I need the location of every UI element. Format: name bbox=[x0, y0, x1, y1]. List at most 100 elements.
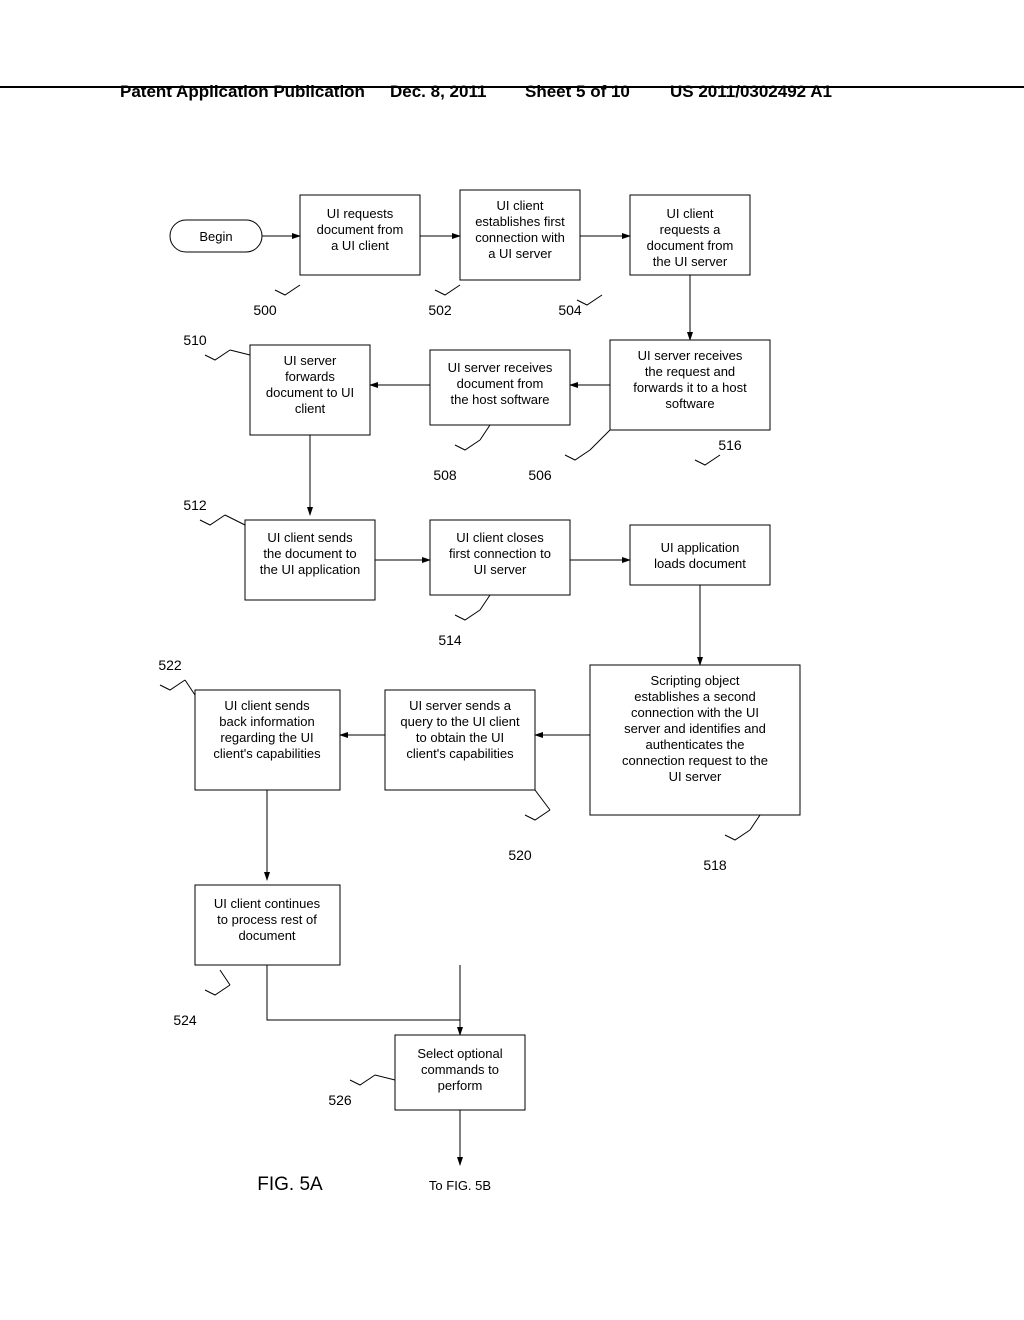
figure-label: FIG. 5A bbox=[257, 1174, 323, 1195]
tick-510-lead bbox=[205, 350, 230, 360]
continuation-label: To FIG. 5B bbox=[429, 1178, 491, 1193]
box-514-line3: UI server bbox=[474, 562, 527, 577]
box-508-line2: document from bbox=[457, 376, 544, 391]
label-526: 526 bbox=[328, 1092, 352, 1108]
box-524-line3: document bbox=[238, 928, 295, 943]
begin-text: Begin bbox=[199, 229, 232, 244]
box-506-line1: UI server receives bbox=[638, 348, 743, 363]
box-518-line6: connection request to the bbox=[622, 753, 768, 768]
box-518-line2: establishes a second bbox=[634, 689, 755, 704]
tick-512-lead bbox=[200, 515, 225, 525]
box-518-line3: connection with the UI bbox=[631, 705, 759, 720]
box-504-line3: document from bbox=[647, 238, 734, 253]
arrow-524-526-seg bbox=[267, 965, 460, 1020]
box-520-line4: client's capabilities bbox=[406, 746, 514, 761]
box-516 bbox=[630, 525, 770, 585]
tick-526c bbox=[375, 1075, 395, 1080]
box-510-line1: UI server bbox=[284, 353, 337, 368]
tick-514 bbox=[455, 610, 480, 620]
tick-510-connect bbox=[230, 350, 250, 355]
box-506-line2: the request and bbox=[645, 364, 735, 379]
label-504: 504 bbox=[558, 302, 582, 318]
label-518: 518 bbox=[703, 857, 727, 873]
box-516-line1: UI application bbox=[661, 540, 740, 555]
box-500-line1: UI requests bbox=[327, 206, 394, 221]
box-520-line1: UI server sends a bbox=[409, 698, 512, 713]
box-518-line4: server and identifies and bbox=[624, 721, 766, 736]
page: Patent Application Publication Dec. 8, 2… bbox=[0, 0, 1024, 1320]
tick-522-lead bbox=[160, 680, 185, 690]
box-500-line3: a UI client bbox=[331, 238, 389, 253]
header-sheet: Sheet 5 of 10 bbox=[525, 82, 630, 102]
box-522-line2: back information bbox=[219, 714, 314, 729]
box-502-line4: a UI server bbox=[488, 246, 552, 261]
header-number: US 2011/0302492 A1 bbox=[670, 82, 832, 102]
tick-514c bbox=[480, 595, 490, 610]
box-502-line1: UI client bbox=[497, 198, 544, 213]
box-508-line3: the host software bbox=[451, 392, 550, 407]
box-510-line4: client bbox=[295, 401, 326, 416]
box-522-line1: UI client sends bbox=[224, 698, 310, 713]
box-500-line2: document from bbox=[317, 222, 404, 237]
tick-500 bbox=[275, 285, 300, 295]
box-514-line1: UI client closes bbox=[456, 530, 544, 545]
box-524-line2: to process rest of bbox=[217, 912, 317, 927]
label-514: 514 bbox=[438, 632, 462, 648]
box-512-line1: UI client sends bbox=[267, 530, 353, 545]
label-516: 516 bbox=[718, 437, 742, 453]
box-506-line3: forwards it to a host bbox=[633, 380, 747, 395]
tick-518 bbox=[725, 830, 750, 840]
tick-512c bbox=[225, 515, 245, 525]
header-publication: Patent Application Publication bbox=[120, 82, 365, 102]
box-504-line1: UI client bbox=[667, 206, 714, 221]
label-512: 512 bbox=[183, 497, 207, 513]
tick-502 bbox=[435, 285, 460, 295]
box-512-line3: the UI application bbox=[260, 562, 360, 577]
box-522-line3: regarding the UI bbox=[220, 730, 313, 745]
box-520-line2: query to the UI client bbox=[400, 714, 520, 729]
tick-506c bbox=[590, 430, 610, 450]
box-526-line1: Select optional bbox=[417, 1046, 502, 1061]
tick-520c bbox=[535, 790, 550, 810]
tick-524 bbox=[205, 985, 230, 995]
tick-524c bbox=[220, 970, 230, 985]
label-510: 510 bbox=[183, 332, 207, 348]
tick-508c bbox=[480, 425, 490, 440]
box-522-line4: client's capabilities bbox=[213, 746, 321, 761]
label-520: 520 bbox=[508, 847, 532, 863]
box-504-line2: requests a bbox=[660, 222, 721, 237]
tick-516 bbox=[695, 455, 720, 465]
box-508-line1: UI server receives bbox=[448, 360, 553, 375]
tick-506 bbox=[565, 450, 590, 460]
label-524: 524 bbox=[173, 1012, 197, 1028]
header-date: Dec. 8, 2011 bbox=[390, 82, 486, 102]
box-524-line1: UI client continues bbox=[214, 896, 321, 911]
box-526-line3: perform bbox=[438, 1078, 483, 1093]
label-502: 502 bbox=[428, 302, 452, 318]
box-506-line4: software bbox=[665, 396, 714, 411]
box-520-line3: to obtain the UI bbox=[416, 730, 504, 745]
label-506: 506 bbox=[528, 467, 552, 483]
tick-520 bbox=[525, 810, 550, 820]
box-518-line7: UI server bbox=[669, 769, 722, 784]
box-512-line2: the document to bbox=[263, 546, 356, 561]
tick-522c bbox=[185, 680, 195, 695]
flowchart-diagram: Begin UI requests document from a UI cli… bbox=[150, 180, 870, 1220]
box-518-line5: authenticates the bbox=[645, 737, 744, 752]
box-516-line2: loads document bbox=[654, 556, 746, 571]
box-510-line2: forwards bbox=[285, 369, 335, 384]
box-518-line1: Scripting object bbox=[651, 673, 740, 688]
tick-526 bbox=[350, 1075, 375, 1085]
label-500: 500 bbox=[253, 302, 277, 318]
box-510-line3: document to UI bbox=[266, 385, 354, 400]
label-508: 508 bbox=[433, 467, 457, 483]
box-502-line2: establishes first bbox=[475, 214, 565, 229]
box-502-line3: connection with bbox=[475, 230, 565, 245]
page-header: Patent Application Publication Dec. 8, 2… bbox=[0, 82, 1024, 88]
tick-518c bbox=[750, 815, 760, 830]
tick-508 bbox=[455, 440, 480, 450]
box-504-line4: the UI server bbox=[653, 254, 728, 269]
label-522: 522 bbox=[158, 657, 182, 673]
box-514-line2: first connection to bbox=[449, 546, 551, 561]
box-526-line2: commands to bbox=[421, 1062, 499, 1077]
